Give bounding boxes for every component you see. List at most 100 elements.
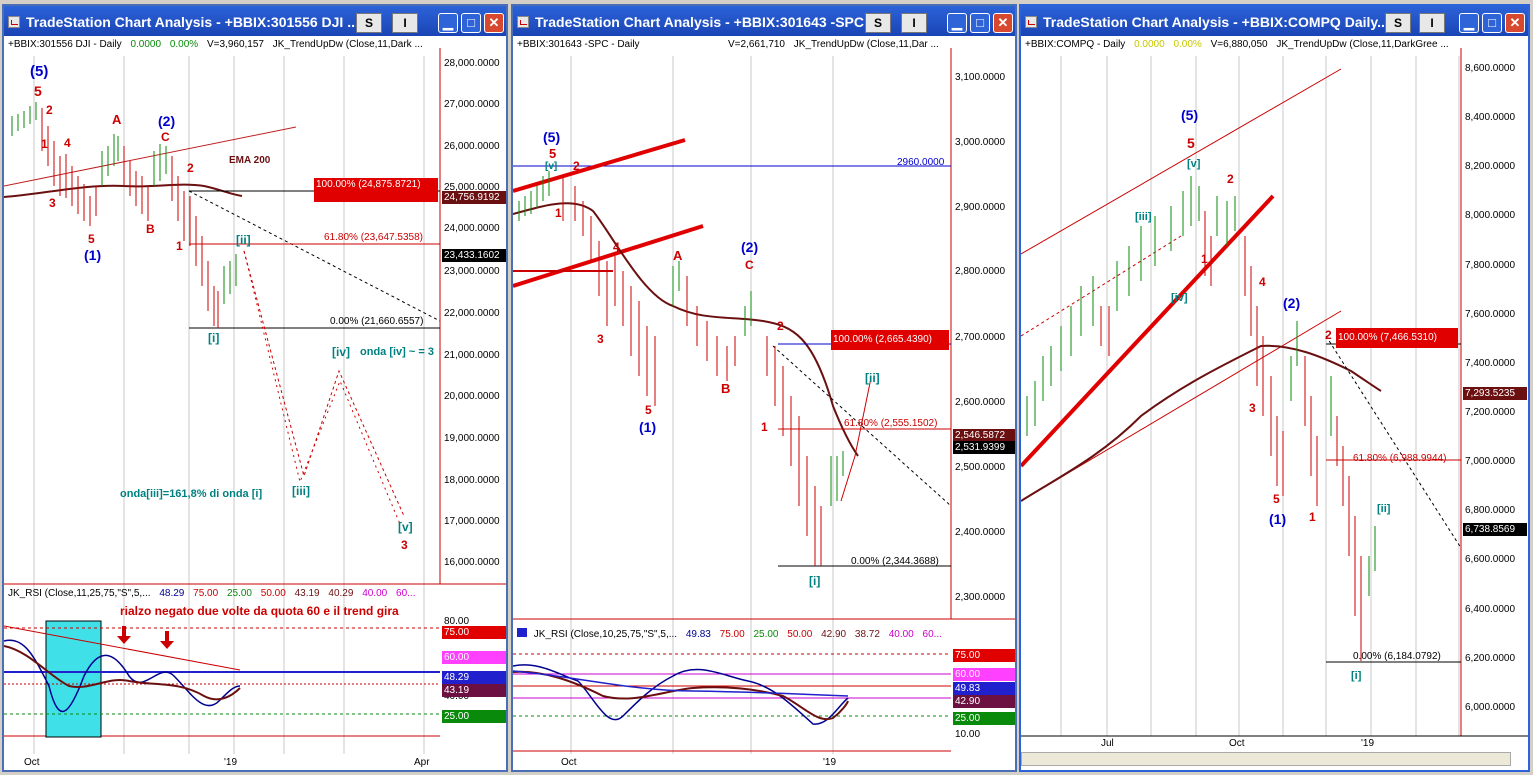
- price-tick: 6,000.0000: [1465, 702, 1516, 713]
- rsi-overbought: 75.00: [719, 629, 745, 640]
- wave-label: A: [673, 248, 683, 263]
- symbol-button[interactable]: S: [356, 13, 382, 33]
- fib-618-label: 61.80% (6,988.9944): [1353, 453, 1447, 464]
- rsi-box-75: 75.00: [442, 626, 506, 639]
- chart-window-compq[interactable]: TradeStation Chart Analysis - +BBIX:COMP…: [1019, 4, 1530, 772]
- wave-label: [ii]: [865, 371, 880, 385]
- wave-label: 1: [1201, 252, 1208, 266]
- price-tick: 2,700.0000: [955, 332, 1006, 343]
- price-tick: 7,400.0000: [1465, 358, 1516, 369]
- wave-label: 5: [645, 403, 652, 417]
- date-tick: Apr: [414, 757, 430, 768]
- minimize-button[interactable]: ▁: [438, 13, 458, 33]
- price-tick: 20,000.0000: [444, 391, 500, 402]
- minimize-button[interactable]: ▁: [947, 13, 967, 33]
- horizontal-scrollbar[interactable]: [1021, 752, 1511, 766]
- price-chart[interactable]: [1021, 36, 1528, 772]
- rsi-oversold: 25.00: [226, 588, 252, 599]
- wave-label: (2): [741, 239, 759, 255]
- maximize-button[interactable]: □: [970, 13, 990, 33]
- price-tick: 2,300.0000: [955, 592, 1006, 603]
- window-title: TradeStation Chart Analysis - +BBIX:3016…: [535, 14, 880, 30]
- wave-label: (2): [1283, 295, 1301, 311]
- title-bar[interactable]: TradeStation Chart Analysis - +BBIX:COMP…: [1021, 6, 1528, 36]
- chart-window-dji[interactable]: TradeStation Chart Analysis - +BBIX:3015…: [2, 4, 508, 772]
- rsi-avg2: 38.72: [854, 629, 880, 640]
- price-tick: 17,000.0000: [444, 516, 500, 527]
- last-price-box: 23,433.1602: [442, 249, 506, 262]
- fib-100-box: 100.00% (2,665.4390): [831, 330, 949, 350]
- price-tick: 8,400.0000: [1465, 112, 1516, 123]
- wave-label: [i]: [809, 574, 821, 588]
- ema-label: EMA 200: [229, 155, 271, 166]
- rsi-oversold: 25.00: [753, 629, 779, 640]
- wave-label: (1): [84, 247, 102, 263]
- symbol-button[interactable]: S: [1385, 13, 1411, 33]
- chart-window-spc[interactable]: TradeStation Chart Analysis - +BBIX:3016…: [511, 4, 1017, 772]
- rsi-icon: [517, 628, 527, 637]
- fib-100-box: 100.00% (24,875.8721): [314, 178, 438, 202]
- close-button[interactable]: ✕: [993, 13, 1013, 33]
- wave-label: A: [112, 112, 122, 127]
- wave-label: 2: [46, 103, 53, 117]
- wave-label: 2: [1227, 172, 1234, 186]
- fib-0-label: 0.00% (21,660.6557): [330, 316, 424, 327]
- rsi-header: JK_RSI (Close,10,25,75,"S",5,... 49.83 7…: [517, 628, 948, 640]
- price-tick: 2,900.0000: [955, 202, 1006, 213]
- minimize-button[interactable]: ▁: [1459, 13, 1479, 33]
- wave-label: [iii]: [292, 484, 310, 498]
- price-tick: 27,000.0000: [444, 99, 500, 110]
- wave-label: 5: [1187, 135, 1195, 151]
- wave-label: 3: [49, 196, 56, 210]
- symbol-button[interactable]: S: [865, 13, 891, 33]
- wave-label: 4: [64, 136, 71, 150]
- maximize-button[interactable]: □: [1482, 13, 1502, 33]
- rsi-box-25: 25.00: [442, 710, 506, 723]
- price-tick: 7,200.0000: [1465, 407, 1516, 418]
- wave-label: 1: [176, 239, 183, 253]
- price-tick: 6,800.0000: [1465, 505, 1516, 516]
- wave-label: 4: [1259, 275, 1266, 289]
- rsi-box-60: 60.00: [953, 668, 1015, 681]
- date-tick: Jul: [1101, 738, 1114, 749]
- window-title: TradeStation Chart Analysis - +BBIX:COMP…: [1043, 14, 1389, 30]
- date-tick: Oct: [1229, 738, 1245, 749]
- wave-label: [iii]: [1135, 211, 1152, 223]
- price-chart[interactable]: [4, 36, 506, 772]
- chart-app-icon: [8, 16, 20, 28]
- last-price-box: 6,738.8569: [1463, 523, 1527, 536]
- close-button[interactable]: ✕: [484, 13, 504, 33]
- title-bar[interactable]: TradeStation Chart Analysis - +BBIX:3015…: [4, 6, 506, 36]
- price-tick: 16,000.0000: [444, 557, 500, 568]
- wave-label: B: [146, 222, 155, 236]
- wave-label: [v]: [398, 520, 413, 534]
- wave-label: 5: [1273, 492, 1280, 506]
- maximize-button[interactable]: □: [461, 13, 481, 33]
- price-tick: 2,800.0000: [955, 266, 1006, 277]
- wave-label: 5: [88, 232, 95, 246]
- wave-label: 1: [41, 137, 48, 151]
- price-tick: 22,000.0000: [444, 308, 500, 319]
- wave-label: 1: [761, 420, 768, 434]
- wave-label: 2: [1325, 328, 1332, 342]
- wave-label: [i]: [208, 331, 220, 345]
- ema-price-box: 24,756.9192: [442, 191, 506, 204]
- price-chart[interactable]: [513, 36, 1015, 772]
- fib-0-label: 0.00% (2,344.3688): [851, 556, 939, 567]
- fib-100-box: 100.00% (7,466.5310): [1336, 328, 1458, 348]
- close-button[interactable]: ✕: [1505, 13, 1525, 33]
- date-tick: Oct: [24, 757, 40, 768]
- price-tick: 7,800.0000: [1465, 260, 1516, 271]
- price-tick: 6,200.0000: [1465, 653, 1516, 664]
- indicator-button[interactable]: I: [392, 13, 418, 33]
- rsi-level-40: 40.00: [888, 629, 914, 640]
- rsi-avg: 43.19: [294, 588, 320, 599]
- wave-label: 2: [187, 161, 194, 175]
- indicator-button[interactable]: I: [1419, 13, 1445, 33]
- indicator-button[interactable]: I: [901, 13, 927, 33]
- wave-label: C: [161, 130, 170, 144]
- wave-label: 3: [597, 332, 604, 346]
- title-bar[interactable]: TradeStation Chart Analysis - +BBIX:3016…: [513, 6, 1015, 36]
- wave-label: [ii]: [236, 233, 251, 247]
- price-tick: 2,400.0000: [955, 527, 1006, 538]
